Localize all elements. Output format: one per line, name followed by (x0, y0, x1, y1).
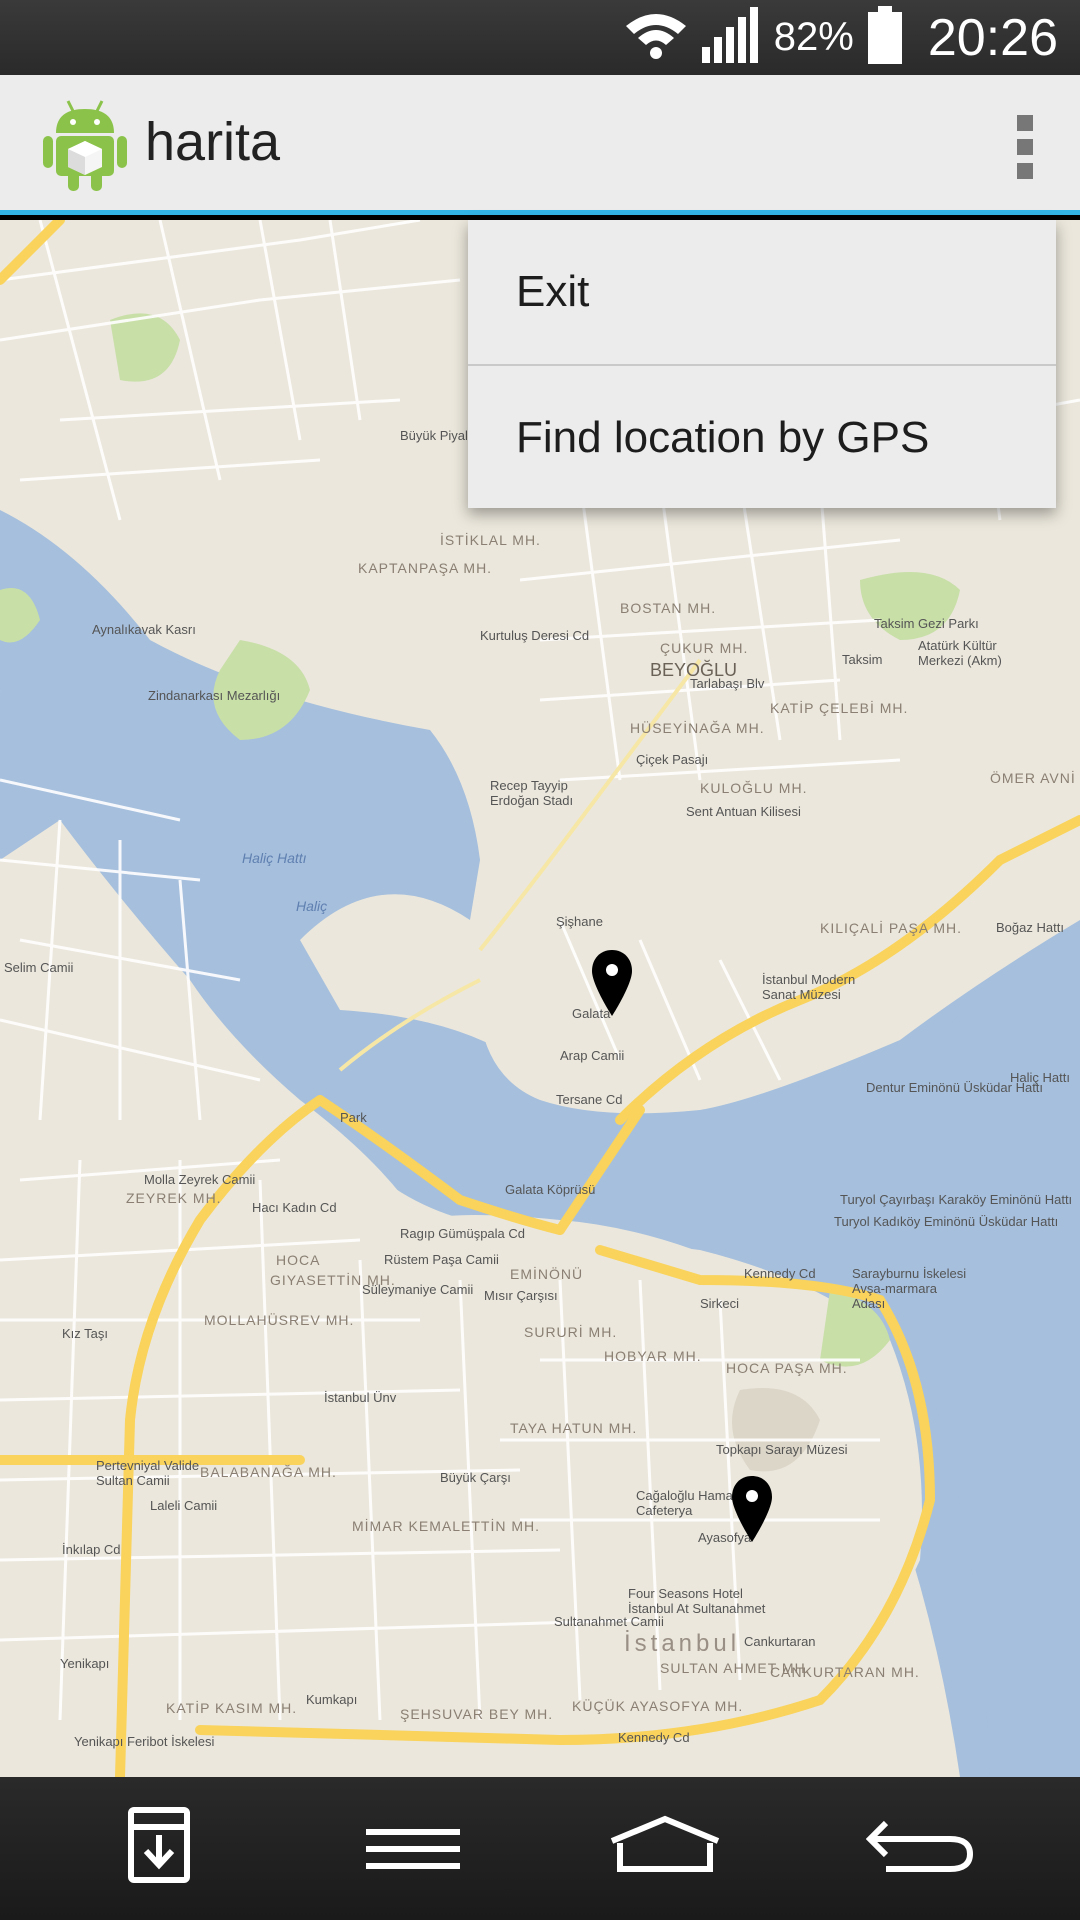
map-label: ZEYREK MH. (126, 1190, 222, 1206)
map-label: SULTAN AHMET MH. (660, 1660, 811, 1676)
signal-icon (701, 7, 760, 68)
map-label: Cağaloğlu Hamam Cafeterya (636, 1488, 744, 1518)
map-label: Ragıp Gümüşpala Cd (400, 1226, 526, 1241)
map-label: Cankurtaran (744, 1634, 816, 1649)
map-label: Mısır Çarşısı (484, 1288, 558, 1303)
clock: 20:26 (927, 8, 1058, 67)
map-label: Sultanahmet Camii (554, 1614, 664, 1629)
map-label: Kurtuluş Deresi Cd (480, 628, 590, 643)
map-label: Rüstem Paşa Camii (384, 1252, 499, 1267)
overflow-dot (1017, 115, 1033, 131)
map-label: Pertevniyal Valide Sultan Camii (96, 1458, 200, 1488)
map-label: Kız Taşı (62, 1326, 109, 1341)
map-label: İnkılap Cd (62, 1542, 121, 1557)
map-label: Recep Tayyip Erdoğan Stadı (490, 778, 574, 808)
map-label: Sent Antuan Kilisesi (686, 804, 801, 819)
map-label: Şişhane (556, 914, 603, 929)
map-label: Haliç Hattı (242, 850, 307, 866)
map-label: Sarayburnu İskelesi Avşa-marmara Adası (852, 1266, 967, 1311)
map-label: GIYASETTİN MH. (270, 1272, 396, 1288)
map-label: Atatürk Kültür Merkezi (Akm) (918, 638, 1002, 668)
map-label: Haliç (296, 898, 328, 914)
android-robot-icon[interactable] (40, 97, 130, 193)
map-label: Kumkapı (306, 1692, 358, 1707)
map-label: HOCA (276, 1252, 321, 1268)
map-label: Taksim (842, 652, 883, 667)
location-pin-icon[interactable] (592, 950, 632, 1016)
map-label: Four Seasons Hotel İstanbul At Sultanahm… (628, 1586, 766, 1616)
map-label: MİMAR KEMALETTİN MH. (352, 1518, 541, 1534)
status-indicators: 82% 20:26 (624, 0, 1058, 75)
map-label: ÖMER AVNİ MH. (990, 770, 1080, 786)
overflow-dot (1017, 163, 1033, 179)
map-label: BOSTAN MH. (620, 600, 717, 616)
battery-icon (867, 6, 902, 69)
map-label: EMİNÖNÜ (510, 1266, 584, 1282)
map-label: Tersane Cd (556, 1092, 623, 1107)
map-label: Molla Zeyrek Camii (144, 1172, 256, 1187)
navigation-bar (0, 1777, 1080, 1920)
home-icon[interactable] (608, 1815, 722, 1878)
overflow-dot (1017, 139, 1033, 155)
map-label: Turyol Kadıköy Eminönü Üsküdar Hattı (834, 1214, 1059, 1229)
map-label: HOBYAR MH. (604, 1348, 702, 1364)
map-label: Büyük Çarşı (440, 1470, 511, 1485)
map-label: SURURİ MH. (524, 1324, 618, 1340)
map-label: TAYA HATUN MH. (510, 1420, 638, 1436)
map-label: BALABANAĞA MH. (200, 1464, 337, 1480)
map-label: Boğaz Hattı (996, 920, 1064, 935)
map-label: Yenikapı (60, 1656, 110, 1671)
menu-icon[interactable] (366, 1829, 460, 1874)
map-label: Arap Camii (560, 1048, 625, 1063)
map-label: Laleli Camii (150, 1498, 218, 1513)
map-label: İSTİKLAL MH. (440, 532, 541, 548)
status-bar: 82% 20:26 (0, 0, 1080, 75)
map-label: Kennedy Cd (744, 1266, 816, 1281)
map-label: KAPTANPAŞA MH. (358, 560, 493, 576)
map-label: İstanbul Ünv (324, 1390, 397, 1405)
map-label: HÜSEYİNAĞA MH. (630, 720, 765, 736)
map-label: Park (340, 1110, 367, 1125)
battery-percent: 82% (773, 15, 854, 59)
map-label: MOLLAHÜSREV MH. (204, 1312, 355, 1328)
wifi-icon (624, 10, 688, 65)
map-label: Sirkeci (700, 1296, 740, 1311)
download-notification-icon[interactable] (128, 1807, 190, 1888)
map-label: Topkapı Sarayı Müzesi (716, 1442, 848, 1457)
map-label: KATİP KASIM MH. (166, 1700, 298, 1716)
map-label: KATİP ÇELEBİ MH. (770, 700, 909, 716)
overflow-menu: Exit Find location by GPS (468, 220, 1056, 508)
map-label: Çiçek Pasajı (636, 752, 709, 767)
menu-item-exit[interactable]: Exit (468, 220, 1056, 364)
map-label: Tarlabaşı Blv (690, 676, 765, 691)
map-label: KILIÇALİ PAŞA MH. (820, 920, 963, 936)
map-label: Galata Köprüsü (505, 1182, 596, 1197)
map-label: Hacı Kadın Cd (252, 1200, 337, 1215)
map-label: Taksim Gezi Parkı (874, 616, 979, 631)
map-label: Yenikapı Feribot İskelesi (74, 1734, 215, 1749)
map-label: KULOĞLU MH. (700, 780, 808, 796)
app-title: harita (145, 112, 281, 172)
map-label: İstanbul (624, 1630, 741, 1657)
action-bar: harita (0, 75, 1080, 215)
map-label: Turyol Çayırbaşı Karaköy Eminönü Hattı (840, 1192, 1073, 1207)
map-label: Selim Camii (4, 960, 74, 975)
map-label: Kennedy Cd (618, 1730, 690, 1745)
map-label: ŞEHSUVAR BEY MH. (400, 1706, 554, 1722)
map-label: Aynalıkavak Kasrı (92, 622, 196, 637)
overflow-menu-icon[interactable] (1010, 115, 1040, 179)
map-label: Zindanarkası Mezarlığı (148, 688, 281, 703)
menu-item-find-location-gps[interactable]: Find location by GPS (468, 366, 1056, 510)
map-label: ÇUKUR MH. (660, 640, 749, 656)
back-icon[interactable] (865, 1817, 974, 1878)
location-pin-icon[interactable] (732, 1476, 772, 1542)
map-label: Haliç Hattı (1010, 1070, 1070, 1085)
map-label: HOCA PAŞA MH. (726, 1360, 848, 1376)
map-label: İstanbul Modern Sanat Müzesi (762, 972, 856, 1002)
map-label: KÜÇÜK AYASOFYA MH. (572, 1698, 744, 1714)
